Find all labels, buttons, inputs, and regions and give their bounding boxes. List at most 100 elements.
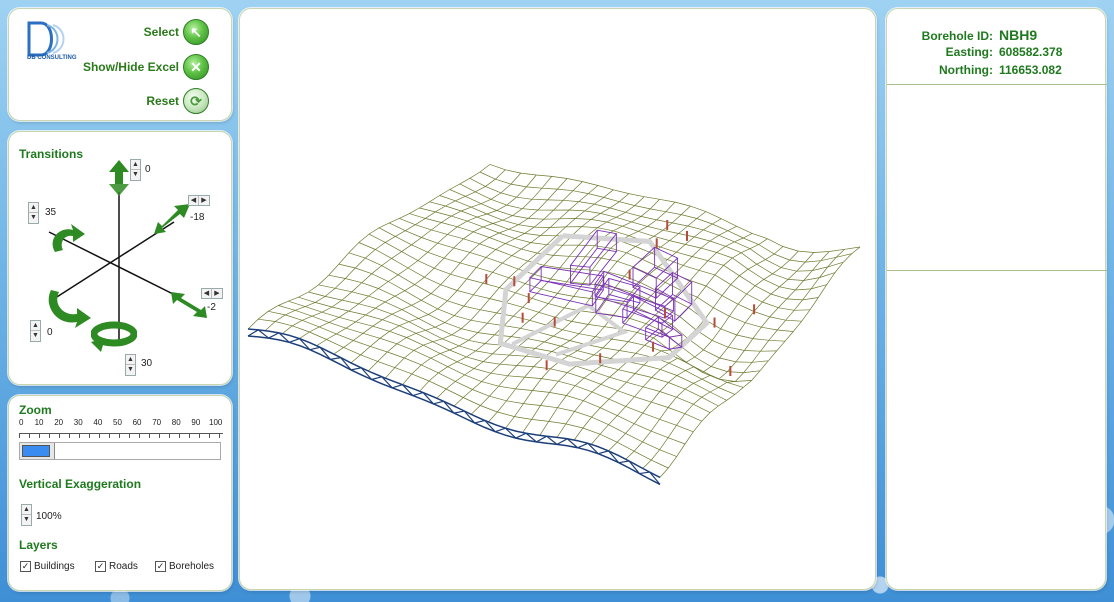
- cursor-icon: ↖: [183, 19, 209, 45]
- layers-title: Layers: [19, 538, 58, 552]
- info-divider-top: [887, 84, 1107, 85]
- move-diagonal-icon[interactable]: [154, 204, 190, 234]
- exaggeration-value: 100%: [36, 511, 62, 522]
- borehole-id-row: Borehole ID: NBH9: [887, 27, 1107, 43]
- rotate-left-value: 35: [45, 207, 57, 218]
- zoom-tick-mark: [89, 434, 90, 438]
- show-hide-excel-button[interactable]: Show/Hide Excel ✕: [83, 54, 209, 80]
- zoom-tick-label: 60: [132, 418, 142, 427]
- zoom-tick-label: 40: [93, 418, 103, 427]
- reset-label: Reset: [146, 94, 179, 108]
- easting-value: 608582.378: [999, 45, 1063, 59]
- borehole-id-key: Borehole ID:: [921, 29, 993, 43]
- terrain-mesh-line: [378, 227, 769, 363]
- terrain-edge-strut: [288, 338, 300, 343]
- zoom-tick-label: 20: [54, 418, 64, 427]
- terrain-edge-strut: [536, 435, 547, 443]
- terrain-edge-strut: [639, 471, 650, 475]
- zoom-tick-mark: [179, 434, 180, 438]
- excel-icon: ✕: [183, 54, 209, 80]
- layer-boreholes[interactable]: ✓ Boreholes: [155, 561, 214, 572]
- right-spinner[interactable]: ◀ ▶: [201, 288, 223, 299]
- zoom-tick-label: 80: [171, 418, 181, 427]
- menu-panel: DB CONSULTING Select ↖ Show/Hide Excel ✕…: [8, 8, 232, 121]
- zoom-tick-mark: [149, 434, 150, 438]
- zoom-tick-mark: [199, 434, 200, 438]
- exaggeration-spinner[interactable]: ▲ ▼: [21, 504, 32, 526]
- zoom-slider[interactable]: [19, 442, 221, 460]
- terrain-edge-strut: [577, 442, 589, 449]
- rotate-left-spinner[interactable]: ▲ ▼: [28, 202, 39, 224]
- right-value: -2: [207, 302, 216, 313]
- boreholes-checkbox[interactable]: ✓: [155, 561, 166, 572]
- terrain-mesh-line: [299, 174, 537, 339]
- terrain-mesh-line: [264, 169, 506, 331]
- zoom-tick-mark: [139, 434, 140, 438]
- terrain-edge-strut: [309, 346, 321, 351]
- terrain-edge-strut: [495, 427, 506, 433]
- bottom-left-value: 0: [47, 327, 53, 338]
- zoom-tick-mark: [99, 434, 100, 438]
- terrain-edge-strut: [453, 410, 465, 414]
- layer-buildings[interactable]: ✓ Buildings: [20, 561, 75, 572]
- bottom-left-spinner[interactable]: ▲ ▼: [30, 320, 41, 342]
- roads-label: Roads: [109, 561, 138, 572]
- show-hide-excel-label: Show/Hide Excel: [82, 60, 179, 74]
- zoom-tick-mark: [69, 434, 70, 438]
- zoom-tick-mark: [39, 434, 40, 438]
- rotate-y-icon[interactable]: [47, 224, 87, 258]
- terrain-edge-strut: [556, 438, 568, 445]
- move-up-icon[interactable]: [109, 160, 129, 196]
- zoom-tick-mark: [189, 434, 190, 438]
- zoom-tick-label: 30: [73, 418, 83, 427]
- terrain-edge-strut: [350, 367, 362, 371]
- terrain-mesh-line: [469, 177, 844, 272]
- zoom-tick-label: 70: [152, 418, 162, 427]
- zoom-tick-label: 50: [113, 418, 122, 427]
- terrain-mesh-line: [489, 164, 861, 253]
- easting-row: Easting: 608582.378: [887, 45, 1107, 61]
- terrain-edge-strut: [330, 357, 341, 360]
- terrain-edge-strut: [433, 400, 444, 405]
- rotate-z-icon[interactable]: [91, 320, 137, 354]
- select-button[interactable]: Select ↖: [144, 19, 209, 45]
- exaggeration-unit: %: [52, 511, 62, 522]
- terrain-edge-strut: [412, 391, 424, 397]
- terrain-edge-strut: [598, 450, 609, 455]
- up-spinner[interactable]: ▲ ▼: [130, 159, 141, 181]
- terrain-mesh-line: [258, 318, 669, 469]
- zoom-tick-mark: [219, 434, 220, 438]
- bottom-spinner[interactable]: ▲ ▼: [125, 354, 136, 376]
- terrain-mesh-line: [308, 291, 711, 413]
- terrain-mesh-line: [288, 300, 694, 433]
- reset-button[interactable]: Reset ⟳: [146, 88, 209, 114]
- diagonal-value: -18: [190, 212, 205, 223]
- northing-key: Northing:: [939, 63, 993, 77]
- layer-roads[interactable]: ✓ Roads: [95, 561, 138, 572]
- zoom-tick-label: 90: [191, 418, 201, 427]
- borehole-id-value: NBH9: [999, 27, 1038, 43]
- zoom-scale: 0 10 20 30 40 50 60 70 80 90 100: [19, 418, 229, 432]
- zoom-tick-label: 0: [19, 418, 24, 427]
- 3d-viewport[interactable]: [239, 8, 876, 590]
- bottom-value: 30: [141, 358, 153, 369]
- northing-value: 116653.082: [999, 63, 1062, 77]
- rotate-x-icon[interactable]: [45, 282, 91, 328]
- diagonal-spinner[interactable]: ◀ ▶: [188, 195, 210, 206]
- zoom-tick-mark: [79, 434, 80, 438]
- zoom-slider-thumb[interactable]: [22, 445, 50, 457]
- terrain-edge-strut: [268, 332, 280, 339]
- refresh-icon: ⟳: [183, 88, 209, 114]
- zoom-title: Zoom: [19, 403, 52, 417]
- zoom-tick-mark: [109, 434, 110, 438]
- terrain-scene[interactable]: [240, 9, 877, 591]
- logo-text: DB CONSULTING: [27, 55, 77, 61]
- exaggeration-number: 100: [36, 511, 53, 522]
- terrain-edge-strut: [515, 432, 527, 439]
- controls-panel: Zoom 0 10 20 30 40 50 60 70 80 90 100 Vertical Exa…: [8, 395, 232, 591]
- zoom-tick-mark: [169, 434, 170, 438]
- zoom-tick-mark: [129, 434, 130, 438]
- buildings-checkbox[interactable]: ✓: [20, 561, 31, 572]
- roads-checkbox[interactable]: ✓: [95, 561, 106, 572]
- zoom-tick-label: 10: [34, 418, 44, 427]
